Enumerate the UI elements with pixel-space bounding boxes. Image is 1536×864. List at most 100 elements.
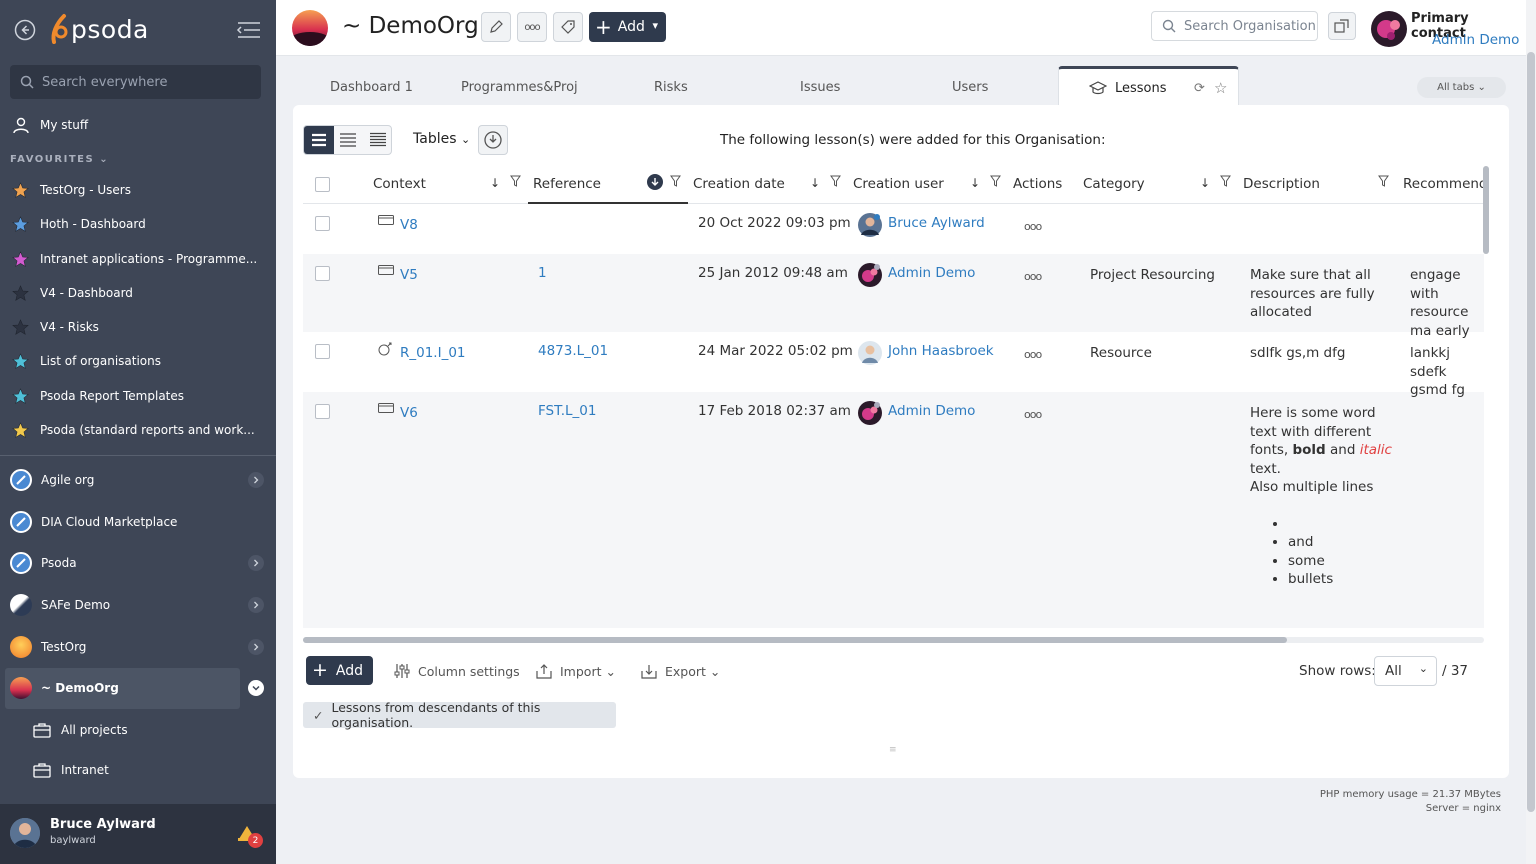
row-checkbox[interactable] xyxy=(315,216,330,231)
select-all-checkbox[interactable] xyxy=(315,177,330,192)
tab-dashboard[interactable]: Dashboard 1 xyxy=(330,80,413,95)
edit-button[interactable] xyxy=(481,12,511,42)
sidebar-favourite-item[interactable]: Psoda Report Templates xyxy=(0,386,276,406)
show-rows-select[interactable]: All ⌄ xyxy=(1374,656,1437,686)
tab-programmes-projects[interactable]: Programmes&Proj xyxy=(461,80,579,95)
switch-view-button[interactable] xyxy=(1328,12,1356,40)
sidebar-favourite-item[interactable]: List of organisations xyxy=(0,351,276,371)
tab-users[interactable]: Users xyxy=(952,80,988,95)
column-header-recommend[interactable]: Recommend xyxy=(1403,176,1484,192)
row-actions-icon[interactable]: ooo xyxy=(1024,408,1042,421)
chevron-right-icon[interactable] xyxy=(248,597,264,613)
sidebar-item-intranet[interactable]: Intranet xyxy=(0,759,276,781)
tab-lessons[interactable]: Lessons ⟳ ☆ xyxy=(1058,66,1239,108)
filter-icon[interactable] xyxy=(670,175,681,187)
filter-icon[interactable] xyxy=(1378,175,1389,187)
sort-arrow-icon[interactable]: ↓ xyxy=(810,176,820,190)
sidebar-favourite-item[interactable]: V4 - Dashboard xyxy=(0,283,276,303)
reference-link[interactable]: 4873.L_01 xyxy=(538,342,608,361)
page-scrollbar[interactable] xyxy=(1527,52,1535,812)
column-header-actions[interactable]: Actions xyxy=(1013,176,1062,192)
chevron-down-icon[interactable]: ⌄ xyxy=(148,817,157,830)
column-header-category[interactable]: Category xyxy=(1083,176,1145,192)
context-link[interactable]: V6 xyxy=(400,404,418,423)
column-header-reference[interactable]: Reference xyxy=(533,176,601,192)
sort-active-icon[interactable] xyxy=(647,174,663,190)
add-button[interactable]: + Add ▾ xyxy=(589,12,666,42)
notifications-icon[interactable]: 2 xyxy=(236,824,263,848)
primary-contact-link[interactable]: Admin Demo xyxy=(1432,32,1519,48)
column-header-creation-user[interactable]: Creation user xyxy=(853,176,944,192)
creation-user-link[interactable]: Admin Demo xyxy=(888,402,975,421)
filter-icon[interactable] xyxy=(990,175,1001,187)
sidebar-org-item[interactable]: SAFe Demo xyxy=(0,594,276,616)
sidebar-favourite-item[interactable]: V4 - Risks xyxy=(0,317,276,337)
sort-arrow-icon[interactable]: ↓ xyxy=(1200,176,1210,190)
favourites-heading[interactable]: FAVOURITES ⌄ xyxy=(10,154,109,165)
import-dropdown[interactable]: Import ⌄ xyxy=(536,663,616,679)
creation-user-link[interactable]: Bruce Aylward xyxy=(888,214,985,233)
psoda-logo[interactable]: psoda xyxy=(50,12,149,46)
back-icon[interactable] xyxy=(14,19,36,41)
column-header-creation-date[interactable]: Creation date xyxy=(693,176,785,192)
descendants-toggle[interactable]: ✓ Lessons from descendants of this organ… xyxy=(303,700,616,730)
sidebar-item-all-projects[interactable]: All projects xyxy=(0,719,276,741)
sidebar-org-item[interactable]: ~ DemoOrg xyxy=(0,677,276,699)
tab-issues[interactable]: Issues xyxy=(800,80,840,95)
sort-arrow-icon[interactable]: ↓ xyxy=(490,176,500,190)
reference-link[interactable]: 1 xyxy=(538,264,547,283)
chevron-right-icon[interactable] xyxy=(248,555,264,571)
row-actions-icon[interactable]: ooo xyxy=(1024,348,1042,361)
sidebar-org-item[interactable]: DIA Cloud Marketplace xyxy=(0,511,276,533)
filter-icon[interactable] xyxy=(510,175,521,187)
sidebar-org-item[interactable]: TestOrg xyxy=(0,636,276,658)
context-link[interactable]: V5 xyxy=(400,266,418,285)
organisation-search-input[interactable]: Search Organisation xyxy=(1151,11,1318,41)
tab-risks[interactable]: Risks xyxy=(654,80,688,95)
tag-button[interactable] xyxy=(553,12,583,42)
context-link[interactable]: R_01.I_01 xyxy=(400,344,466,363)
collapse-menu-icon[interactable] xyxy=(236,21,262,39)
density-comfortable-button[interactable] xyxy=(304,126,334,154)
filter-icon[interactable] xyxy=(830,175,841,187)
chevron-down-icon[interactable] xyxy=(248,680,264,696)
column-settings-button[interactable]: Column settings xyxy=(394,663,520,679)
horizontal-scrollbar[interactable] xyxy=(303,637,1287,643)
density-compact-button[interactable] xyxy=(339,132,357,148)
sidebar-favourite-item[interactable]: Intranet applications - Programme... xyxy=(0,249,276,269)
sidebar-item-my-stuff[interactable]: My stuff xyxy=(0,114,276,136)
row-actions-icon[interactable]: ooo xyxy=(1024,270,1042,283)
tables-dropdown[interactable]: Tables ⌄ xyxy=(413,131,470,147)
chevron-right-icon[interactable] xyxy=(248,639,264,655)
current-user-panel[interactable]: Bruce Aylward ⌄ baylward 2 xyxy=(0,804,276,864)
creation-user-link[interactable]: Admin Demo xyxy=(888,264,975,283)
all-tabs-dropdown[interactable]: All tabs ⌄ xyxy=(1417,77,1506,98)
density-dense-button[interactable] xyxy=(369,132,387,148)
star-icon[interactable]: ☆ xyxy=(1214,79,1227,97)
column-header-description[interactable]: Description xyxy=(1243,176,1320,192)
more-options-button[interactable]: ooo xyxy=(517,12,547,42)
filter-icon[interactable] xyxy=(1220,175,1231,187)
refresh-icon[interactable]: ⟳ xyxy=(1194,81,1205,96)
row-checkbox[interactable] xyxy=(315,404,330,419)
resize-handle-icon[interactable]: ≡ xyxy=(889,745,897,755)
add-lesson-button[interactable]: + Add xyxy=(306,656,373,685)
vertical-scrollbar[interactable] xyxy=(1483,166,1489,254)
sidebar-favourite-item[interactable]: TestOrg - Users xyxy=(0,180,276,200)
global-search-input[interactable]: Search everywhere xyxy=(10,65,261,99)
context-link[interactable]: V8 xyxy=(400,216,418,235)
sidebar-org-item[interactable]: Psoda xyxy=(0,552,276,574)
row-checkbox[interactable] xyxy=(315,266,330,281)
sort-arrow-icon[interactable]: ↓ xyxy=(970,176,980,190)
creation-user-link[interactable]: John Haasbroek xyxy=(888,342,994,361)
row-actions-icon[interactable]: ooo xyxy=(1024,220,1042,233)
export-dropdown[interactable]: Export ⌄ xyxy=(641,663,720,679)
sidebar-org-item[interactable]: Agile org xyxy=(0,469,276,491)
reference-link[interactable]: FST.L_01 xyxy=(538,402,596,421)
sidebar-favourite-item[interactable]: Psoda (standard reports and work... xyxy=(0,420,276,440)
column-header-context[interactable]: Context xyxy=(373,176,426,192)
quick-filter-button[interactable] xyxy=(478,125,508,155)
sidebar-favourite-item[interactable]: Hoth - Dashboard xyxy=(0,214,276,234)
chevron-right-icon[interactable] xyxy=(248,472,264,488)
row-checkbox[interactable] xyxy=(315,344,330,359)
